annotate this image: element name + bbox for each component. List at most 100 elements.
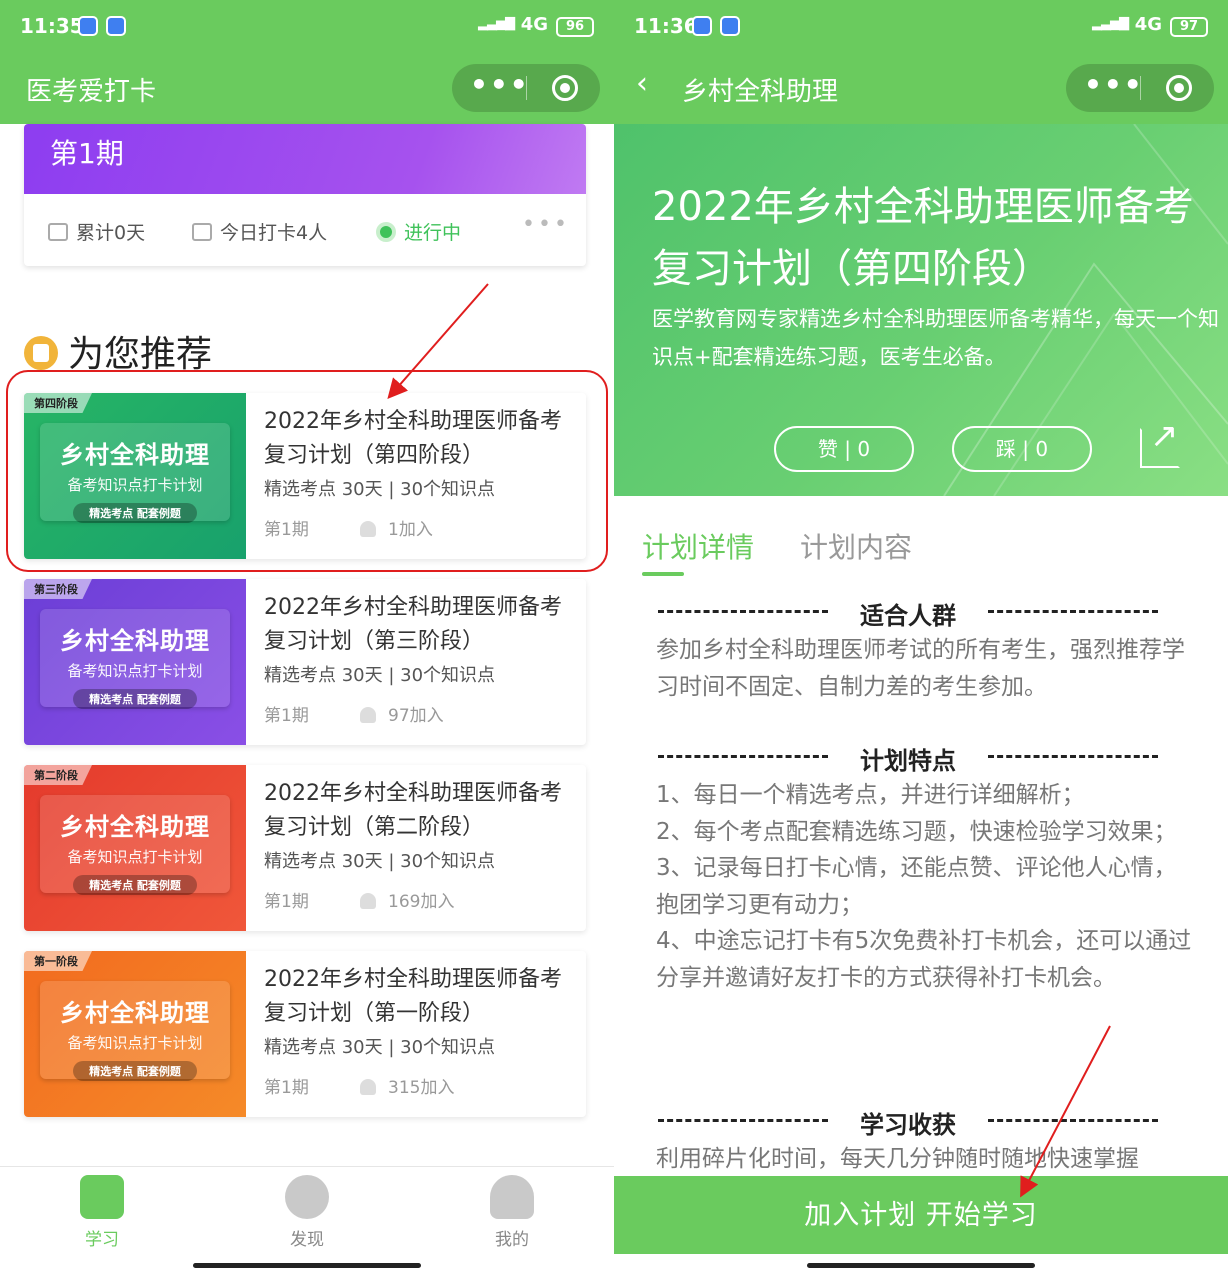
- book-icon: [80, 1175, 124, 1219]
- thumb-title: 乡村全科助理: [60, 441, 210, 469]
- course-meta: 精选考点 30天 | 30个知识点: [264, 665, 496, 686]
- tab-study[interactable]: 学习: [42, 1175, 162, 1250]
- signal-icon: ▂▃▅▇: [1092, 16, 1129, 31]
- section-body: 1、每日一个精选考点，并进行详细解析； 2、每个考点配套精选练习题，快速检验学习…: [656, 782, 1192, 991]
- joined-count: 169加入: [388, 892, 455, 912]
- course-card[interactable]: 第三阶段乡村全科助理备考知识点打卡计划 精选考点 配套例题 2022年乡村全科助理医…: [24, 579, 586, 745]
- network-type: 4G: [1134, 14, 1162, 35]
- current-period-card[interactable]: 第1期 累计0天 今日打卡4人 进行中 •••: [24, 124, 586, 266]
- close-miniprogram-icon[interactable]: [1166, 75, 1192, 101]
- course-period: 第1期: [264, 520, 309, 540]
- today-checkins: 今日打卡4人: [220, 222, 328, 244]
- app-notification-icon: [78, 16, 98, 36]
- stage-tag: 第四阶段: [24, 393, 92, 413]
- tab-plan-details[interactable]: 计划详情: [642, 526, 754, 566]
- course-meta: 精选考点 30天 | 30个知识点: [264, 479, 496, 500]
- plan-hero: 2022年乡村全科助理医师备考复习计划（第四阶段） 医学教育网专家精选乡村全科助…: [614, 124, 1228, 496]
- plan-description: 医学教育网专家精选乡村全科助理医师备考精华，每天一个知识点+配套精选练习题，医考…: [652, 307, 1219, 369]
- status-bar: 11:36 ▂▃▅▇ 4G 97: [614, 0, 1228, 54]
- thumb-subtitle: 备考知识点打卡计划: [67, 662, 203, 680]
- more-menu-icon[interactable]: •••: [470, 64, 530, 106]
- active-tab-underline: [642, 572, 684, 576]
- course-period: 第1期: [264, 706, 309, 726]
- dislike-button[interactable]: 踩 | 0: [952, 426, 1092, 472]
- tab-discover[interactable]: 发现: [247, 1175, 367, 1250]
- signal-icon: ▂▃▅▇: [478, 16, 515, 31]
- thumb-pill: 精选考点 配套例题: [73, 1061, 197, 1081]
- home-indicator: [807, 1263, 1035, 1268]
- course-card[interactable]: 第二阶段 乡村全科助理 备考知识点打卡计划 精选考点 配套例题 2022年乡村全科助理医…: [24, 765, 586, 931]
- miniprogram-capsule: •••: [452, 64, 600, 112]
- page-title: 医考爱打卡: [26, 77, 157, 107]
- back-chevron-icon[interactable]: ‹: [636, 66, 648, 101]
- section-heading: 计划特点: [658, 741, 1158, 776]
- course-name: 2022年乡村全科助理医师备考复习计划（第一阶段）: [264, 967, 562, 1026]
- home-indicator: [193, 1263, 421, 1268]
- section-heading: 学习收获: [658, 1105, 1158, 1140]
- more-options-icon[interactable]: •••: [522, 212, 570, 237]
- share-icon[interactable]: [1140, 416, 1180, 468]
- joined-count: 1加入: [388, 520, 433, 540]
- app-notification-icon: [106, 16, 126, 36]
- left-screen: 11:35 ▂▃▅▇ 4G 96 医考爱打卡 ••• 第1期 累计0天 今日打卡…: [0, 0, 614, 1278]
- join-plan-button[interactable]: 加入计划 开始学习: [614, 1176, 1228, 1254]
- course-name: 2022年乡村全科助理医师备考复习计划（第四阶段）: [264, 409, 562, 468]
- status-bar: 11:35 ▂▃▅▇ 4G 96: [0, 0, 614, 54]
- course-thumbnail: 第一阶段 乡村全科助理 备考知识点打卡计划 精选考点 配套例题: [24, 951, 246, 1117]
- course-period: 第1期: [264, 892, 309, 912]
- thumb-subtitle: 备考知识点打卡计划: [67, 476, 203, 494]
- battery-icon: 97: [1170, 17, 1208, 37]
- period-banner: 第1期: [24, 124, 586, 194]
- right-screen: 11:36 ▂▃▅▇ 4G 97 ‹ 乡村全科助理 ••• 2022年乡村全科助…: [614, 0, 1228, 1278]
- page-title: 乡村全科助理: [682, 77, 839, 107]
- course-card[interactable]: 第一阶段 乡村全科助理 备考知识点打卡计划 精选考点 配套例题 2022年乡村全科助理医…: [24, 951, 586, 1117]
- calendar-icon: [48, 223, 68, 241]
- plan-title: 2022年乡村全科助理医师备考复习计划（第四阶段）: [652, 184, 1194, 292]
- section-heading: 适合人群: [658, 596, 1158, 631]
- course-name: 2022年乡村全科助理医师备考复习计划（第二阶段）: [264, 781, 562, 840]
- course-period: 第1期: [264, 1078, 309, 1098]
- course-meta: 精选考点 30天 | 30个知识点: [264, 851, 496, 872]
- ongoing-dot-icon: [376, 222, 396, 242]
- tab-mine[interactable]: 我的: [452, 1175, 572, 1250]
- section-body: 利用碎片化时间，每天几分钟随时随地快速掌握: [656, 1146, 1139, 1172]
- title-bar: 医考爱打卡 •••: [0, 54, 614, 124]
- accum-days: 累计0天: [76, 222, 146, 244]
- recommend-badge-icon: [24, 336, 58, 370]
- close-miniprogram-icon[interactable]: [552, 75, 578, 101]
- stage-tag: 第二阶段: [24, 765, 92, 785]
- tab-plan-content[interactable]: 计划内容: [800, 526, 912, 566]
- like-button[interactable]: 赞 | 0: [774, 426, 914, 472]
- thumb-subtitle: 备考知识点打卡计划: [67, 848, 203, 866]
- thumb-pill: 精选考点 配套例题: [73, 689, 197, 709]
- stage-tag: 第一阶段: [24, 951, 92, 971]
- joined-count: 97加入: [388, 706, 444, 726]
- course-card[interactable]: 第四阶段乡村全科助理备考知识点打卡计划 精选考点 配套例题 2022年乡村全科助理医…: [24, 393, 586, 559]
- thumb-title: 乡村全科助理: [60, 813, 210, 841]
- thumb-title: 乡村全科助理: [60, 999, 210, 1027]
- compass-icon: [285, 1175, 329, 1219]
- status-time: 11:36: [634, 14, 698, 38]
- thumb-title: 乡村全科助理: [60, 627, 210, 655]
- period-stats: 累计0天 今日打卡4人 进行中 •••: [24, 206, 586, 256]
- user-icon: [360, 1079, 376, 1095]
- course-thumbnail: 第四阶段乡村全科助理备考知识点打卡计划 精选考点 配套例题: [24, 393, 246, 559]
- user-icon: [360, 707, 376, 723]
- course-thumbnail: 第三阶段乡村全科助理备考知识点打卡计划 精选考点 配套例题: [24, 579, 246, 745]
- app-notification-icon: [692, 16, 712, 36]
- user-icon: [360, 893, 376, 909]
- app-notification-icon: [720, 16, 740, 36]
- joined-count: 315加入: [388, 1078, 455, 1098]
- checkin-calendar-icon: [192, 223, 212, 241]
- miniprogram-capsule: •••: [1066, 64, 1214, 112]
- thumb-pill: 精选考点 配套例题: [73, 503, 197, 523]
- course-name: 2022年乡村全科助理医师备考复习计划（第三阶段）: [264, 595, 562, 654]
- stage-tag: 第三阶段: [24, 579, 92, 599]
- user-icon: [490, 1175, 534, 1219]
- section-body: 参加乡村全科助理医师考试的所有考生，强烈推荐学习时间不固定、自制力差的考生参加。: [656, 637, 1185, 700]
- period-state: 进行中: [404, 222, 462, 244]
- more-menu-icon[interactable]: •••: [1084, 64, 1144, 106]
- course-thumbnail: 第二阶段 乡村全科助理 备考知识点打卡计划 精选考点 配套例题: [24, 765, 246, 931]
- course-meta: 精选考点 30天 | 30个知识点: [264, 1037, 496, 1058]
- user-icon: [360, 521, 376, 537]
